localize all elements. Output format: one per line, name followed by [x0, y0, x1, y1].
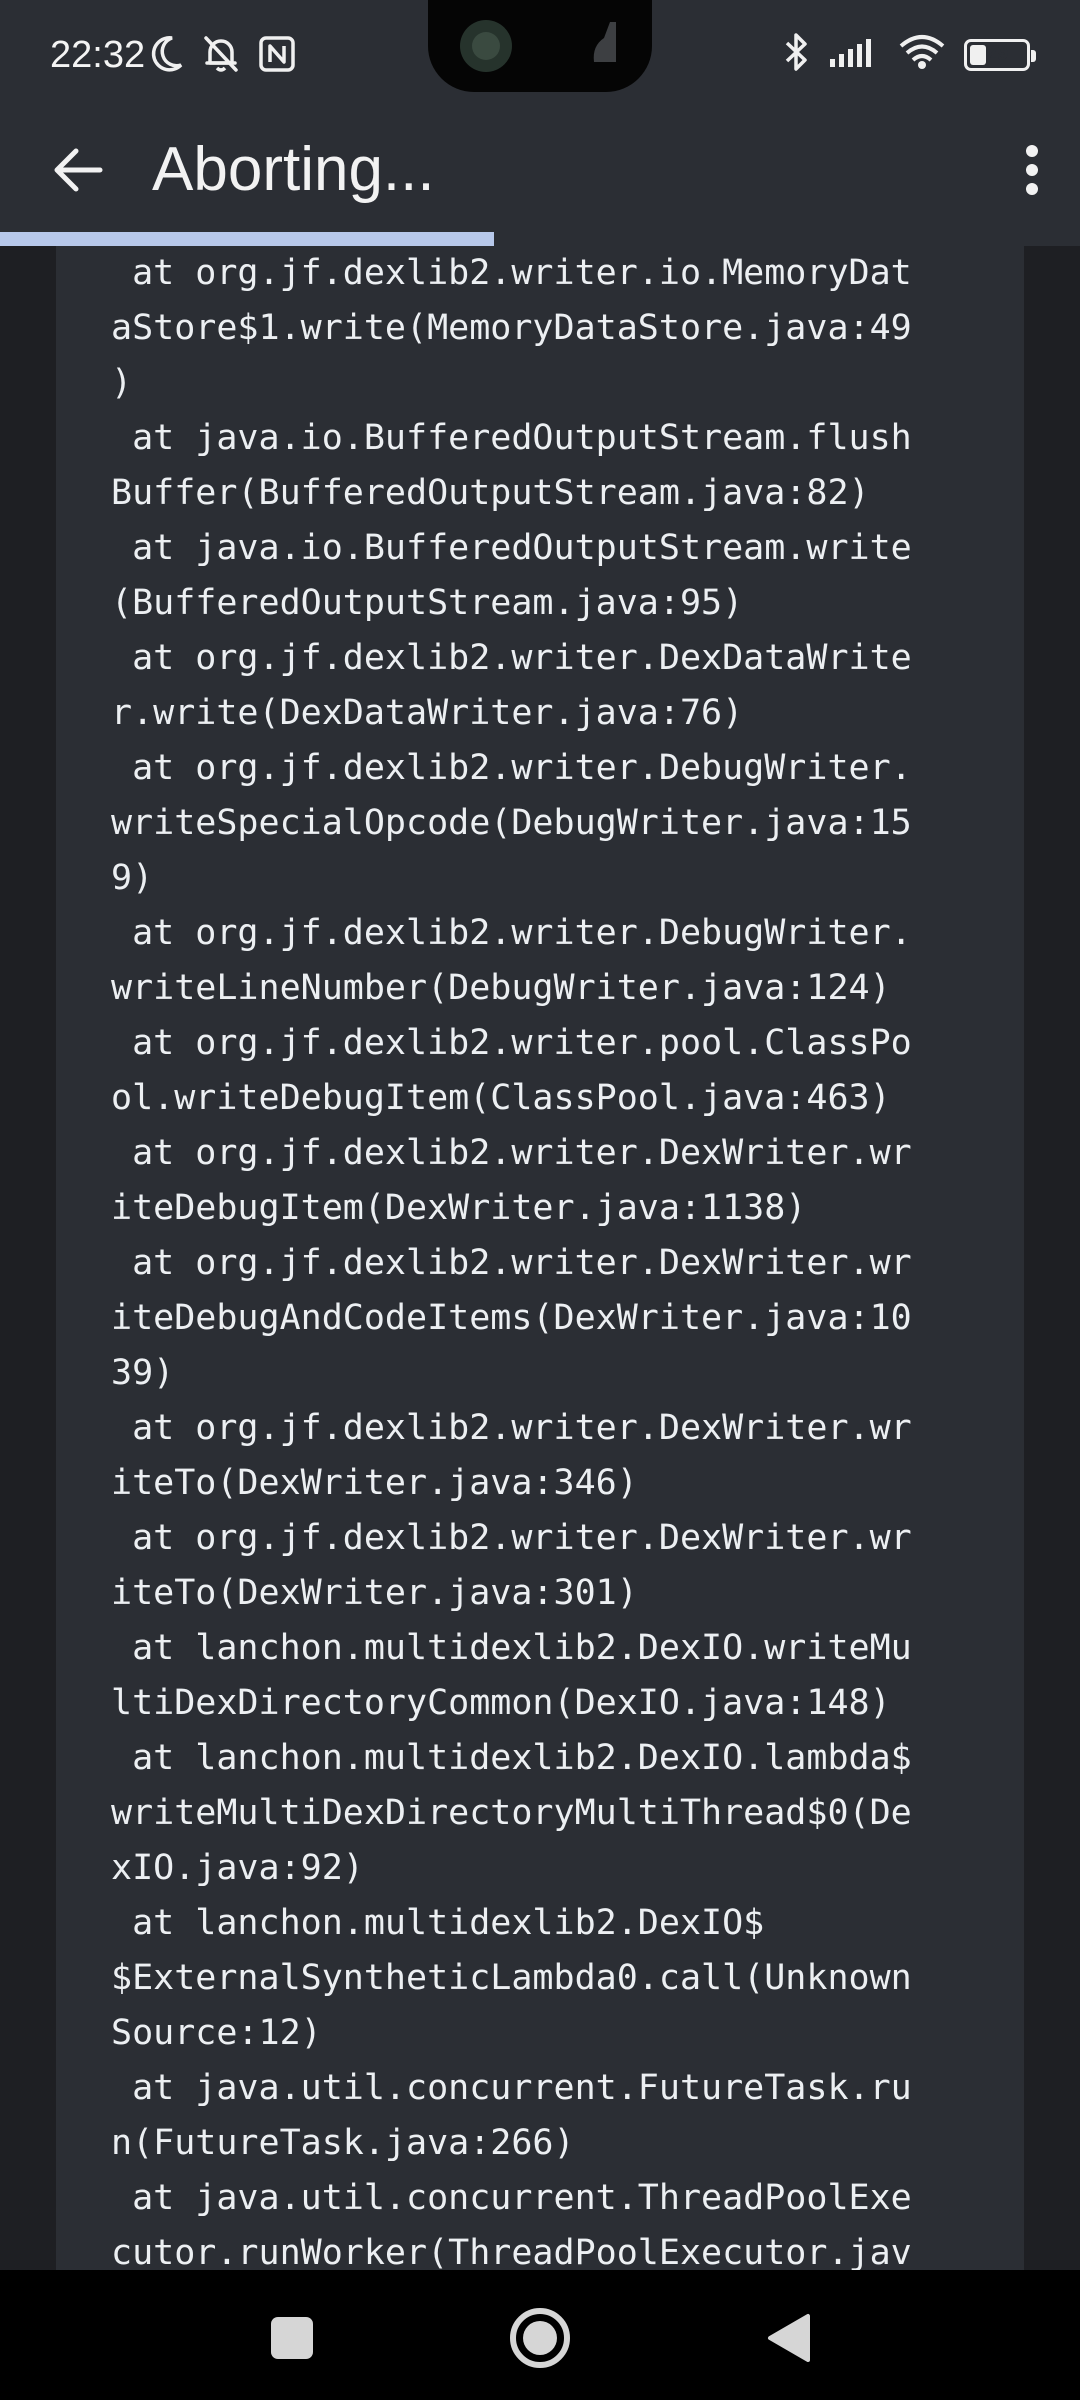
camera-notch — [428, 0, 652, 92]
log-line: at org.jf.dexlib2.writer.DebugWriter. — [111, 748, 912, 788]
status-right-icons: 29 — [784, 32, 1036, 77]
log-line: at org.jf.dexlib2.writer.io.MemoryDat — [111, 253, 912, 293]
status-bar: 22:32 29 — [0, 0, 1080, 110]
home-circle-icon — [510, 2308, 570, 2368]
log-line: writeMultiDexDirectoryMultiThread$0(De — [111, 1793, 912, 1833]
recents-square-icon — [271, 2317, 313, 2359]
log-line: at org.jf.dexlib2.writer.DexWriter.wr — [111, 1133, 912, 1173]
back-button[interactable] — [40, 128, 116, 212]
log-line: at org.jf.dexlib2.writer.DexWriter.wr — [111, 1518, 912, 1558]
log-output[interactable]: at org.jf.dexlib2.writer.io.MemoryDat aSt… — [56, 246, 1024, 2270]
mute-bell-icon — [202, 34, 240, 79]
log-line: at org.jf.dexlib2.writer.pool.ClassPo — [111, 1023, 912, 1063]
moon-icon — [150, 35, 184, 78]
log-line: at org.jf.dexlib2.writer.DexWriter.wr — [111, 1243, 912, 1283]
log-line: 39) — [111, 1353, 175, 1393]
log-line: iteDebugItem(DexWriter.java:1138) — [111, 1188, 807, 1228]
more-options-button[interactable] — [1002, 128, 1062, 212]
progress-bar — [0, 232, 1080, 246]
log-line: 9) — [111, 858, 154, 898]
log-line: at org.jf.dexlib2.writer.DexDataWrite — [111, 638, 912, 678]
log-line: r.write(DexDataWriter.java:76) — [111, 693, 744, 733]
battery-fill — [970, 44, 986, 65]
battery-icon: 29 — [964, 38, 1036, 71]
log-line: at org.jf.dexlib2.writer.DebugWriter. — [111, 913, 912, 953]
navigation-bar — [0, 2270, 1080, 2400]
home-button[interactable] — [500, 2298, 580, 2378]
nav-back-button[interactable] — [748, 2298, 828, 2378]
log-line: at lanchon.multidexlib2.DexIO.writeMu — [111, 1628, 912, 1668]
page-title: Aborting... — [152, 135, 435, 204]
log-line: Buffer(BufferedOutputStream.java:82) — [111, 473, 870, 513]
screen: 22:32 29 Aborting... at org.jf.dexlib2.w… — [0, 0, 1080, 2400]
log-line: ltiDexDirectoryCommon(DexIO.java:148) — [111, 1683, 891, 1723]
signal-icon — [828, 35, 880, 74]
log-line: at org.jf.dexlib2.writer.DexWriter.wr — [111, 1408, 912, 1448]
bluetooth-icon — [784, 32, 810, 77]
log-line: n(FutureTask.java:266) — [111, 2123, 575, 2163]
log-line: at lanchon.multidexlib2.DexIO$ — [111, 1903, 765, 1943]
log-line: ) — [111, 363, 133, 403]
wifi-icon — [898, 34, 946, 75]
log-line: (BufferedOutputStream.java:95) — [111, 583, 744, 623]
arrow-back-icon — [54, 148, 103, 192]
log-line: writeSpecialOpcode(DebugWriter.java:15 — [111, 803, 912, 843]
app-bar: Aborting... — [0, 110, 1080, 232]
status-time: 22:32 — [50, 34, 146, 76]
nfc-icon — [258, 35, 296, 78]
progress-fill — [0, 232, 494, 246]
more-vert-icon — [1026, 145, 1038, 195]
log-line: at lanchon.multidexlib2.DexIO.lambda$ — [111, 1738, 912, 1778]
log-text: at org.jf.dexlib2.writer.io.MemoryDat aSt… — [111, 246, 971, 2270]
log-line: iteTo(DexWriter.java:346) — [111, 1463, 638, 1503]
log-line: Source:12) — [111, 2013, 322, 2053]
recents-button[interactable] — [252, 2298, 332, 2378]
log-line: ol.writeDebugItem(ClassPool.java:463) — [111, 1078, 891, 1118]
battery-level: 29 — [985, 43, 1009, 65]
back-triangle-icon — [768, 2314, 810, 2362]
log-line: at java.io.BufferedOutputStream.write — [111, 528, 912, 568]
status-left-icons — [150, 34, 296, 79]
log-line: iteTo(DexWriter.java:301) — [111, 1573, 638, 1613]
log-line: iteDebugAndCodeItems(DexWriter.java:10 — [111, 1298, 912, 1338]
log-line: at java.io.BufferedOutputStream.flush — [111, 418, 912, 458]
log-line: xIO.java:92) — [111, 1848, 364, 1888]
log-line: at java.util.concurrent.FutureTask.ru — [111, 2068, 912, 2108]
log-line: aStore$1.write(MemoryDataStore.java:49 — [111, 308, 912, 348]
log-line: $ExternalSyntheticLambda0.call(Unknown — [111, 1958, 912, 1998]
log-line: writeLineNumber(DebugWriter.java:124) — [111, 968, 891, 1008]
log-line: at java.util.concurrent.ThreadPoolExe — [111, 2178, 912, 2218]
log-line: cutor.runWorker(ThreadPoolExecutor.jav — [111, 2233, 912, 2270]
